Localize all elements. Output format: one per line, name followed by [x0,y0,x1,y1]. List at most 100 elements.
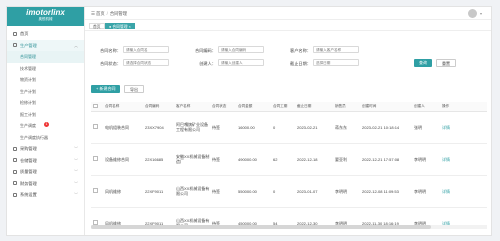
tab-contract[interactable]: ● 合同管理 × [105,22,135,29]
table-cell: 待签 [210,111,236,144]
contract-code-label: 合同编码： [195,48,216,53]
table-header-row: 合同名称 合同编码 客户名称 合同状态 合同金额 合同工期 截止日期 销售员 创… [91,102,487,112]
caret-down-icon[interactable]: ▾ [480,7,482,20]
sidebar-item-label: 合同管理 [20,54,36,59]
sidebar-item-label: 财务管理 [20,180,37,186]
column-header[interactable]: 销售员 [333,102,360,112]
row-checkbox[interactable] [91,111,103,144]
contract-table: 合同名称 合同编码 客户名称 合同状态 合同金额 合同工期 截止日期 销售员 创… [91,102,487,235]
detail-link[interactable]: 详情 [440,207,487,235]
row-checkbox[interactable] [91,175,103,208]
sidebar-item-home[interactable]: 首页 [7,28,84,40]
sidebar-group-finance[interactable]: 财务管理 ﹀ [7,178,84,190]
tab-home[interactable]: 首页 [89,22,105,29]
header-checkbox[interactable] [91,102,103,112]
chevron-down-icon: ﹀ [74,169,78,174]
sidebar-item-label: 仓储管理 [20,157,37,163]
sidebar-item-report-plan[interactable]: 报工计划 [7,109,84,121]
filter-form: 合同名称： 合同编码： 客户名称： 合同状态： 创建人： 截止日期： 查询 重置 [85,31,491,81]
column-header[interactable]: 客户名称 [174,102,210,112]
column-header[interactable]: 合同金额 [236,102,271,112]
table-row: 风机维修 22XF9011 山西XX机械设备有限公司 待签 550000.00 … [91,175,487,208]
sidebar-group-settings[interactable]: 系统设置 ﹀ [7,189,84,201]
settings-icon [13,192,17,197]
detail-link[interactable]: 详情 [440,175,487,208]
detail-link[interactable]: 详情 [440,111,487,144]
sidebar-item-label: 生产调度执行器 [20,134,48,140]
table-cell: 待签 [210,207,236,235]
table-cell: 李明明 [412,143,440,176]
sidebar-item-label: 生产计划 [20,88,36,94]
table-cell: 0 [271,111,295,144]
table-cell: 待签 [210,143,236,176]
add-contract-button[interactable]: + 新建合同 [91,85,121,93]
column-header[interactable]: 创建时间 [360,102,412,112]
quality-icon [13,169,17,174]
sidebar-group-quality[interactable]: 质量管理 ﹀ [7,166,84,178]
column-header[interactable]: 截止日期 [295,102,333,112]
table-cell: 450000.00 [236,207,271,235]
reset-button[interactable]: 重置 [436,59,456,67]
brand-name: imotorlinx [26,8,65,17]
export-button[interactable]: 导出 [124,85,144,93]
contract-status-label: 合同状态： [100,61,121,66]
cart-icon [13,146,17,151]
table-cell: 2022-12-18 [295,143,333,176]
column-header[interactable]: 创建人 [412,102,440,112]
column-header[interactable]: 合同工期 [271,102,295,112]
table-row: 电机组装合同 23XX7904 阿巴嘎旗矿业设备工程有限公司 待签 16000.… [91,111,487,144]
table-cell: 2023-01-07 [295,175,333,208]
table-cell: 山西XX机械设备有限公司 [174,175,210,208]
sidebar-group-purchase[interactable]: 采购管理 ﹀ [7,143,84,155]
sidebar-item-production-plan[interactable]: 生产计划 [7,86,84,98]
sidebar-item-repair-plan[interactable]: 检修计划 [7,97,84,109]
avatar[interactable] [468,9,477,18]
sidebar-item-material-plan[interactable]: 物资计划 [7,74,84,86]
contract-name-input[interactable] [123,46,169,53]
detail-link[interactable]: 详情 [440,143,487,176]
notification-badge: 1 [44,122,49,127]
column-header[interactable]: 合同编码 [143,102,174,112]
table-cell: 李明明 [333,175,360,208]
sidebar-group-production[interactable]: 生产管理 ︿ [7,39,84,51]
sidebar-item-contract[interactable]: 合同管理 [7,51,84,63]
table-cell: 2022-12-21 17:57:08 [360,143,412,176]
sidebar-item-label: 物资计划 [20,77,36,82]
sidebar-item-tech[interactable]: 技术管理 [7,63,84,75]
table-cell: 风机维修 [103,175,143,208]
table-cell: 要亚利 [333,143,360,176]
search-button[interactable]: 查询 [414,59,432,67]
customer-name-input[interactable] [313,46,359,53]
chevron-up-icon: ︿ [74,42,78,48]
scrollbar-thumb[interactable] [91,225,431,229]
sidebar-item-label: 系统设置 [20,192,37,197]
sidebar-item-dispatch-executor[interactable]: 生产调度执行器 [7,132,84,144]
contract-status-select[interactable] [123,59,169,66]
sidebar-item-label: 首页 [20,31,29,36]
breadcrumb-home[interactable]: 首页 [96,11,105,16]
creator-input[interactable] [218,59,264,66]
deadline-label: 截止日期： [290,61,311,66]
table-cell: 2022-12-08 11:09:53 [360,175,412,208]
table-cell: 490000.00 [236,143,271,176]
sidebar-item-label: 技术管理 [20,65,36,71]
column-header[interactable]: 合同状态 [210,102,236,112]
table-cell: 蒋东东 [333,111,360,144]
customer-name-label: 客户名称： [290,48,311,53]
column-header[interactable]: 合同名称 [103,102,143,112]
table-cell: 阿巴嘎旗矿业设备工程有限公司 [174,111,210,144]
row-checkbox[interactable] [91,207,103,235]
table-cell: 23XX7904 [143,111,174,144]
finance-icon [13,181,17,185]
table-cell: 山西XX机械设备有限公司 [174,207,210,235]
table-cell: 22XF9011 [143,175,174,208]
sidebar-item-dispatch[interactable]: 生产调度 1 [7,120,84,132]
column-header[interactable]: 操作 [440,102,487,112]
sidebar-group-warehouse[interactable]: 仓储管理 ﹀ [7,155,84,167]
table-cell: 16000.00 [236,111,271,144]
row-checkbox[interactable] [91,143,103,176]
breadcrumb-current: 合同管理 [109,11,128,16]
contract-code-input[interactable] [218,46,264,53]
deadline-datepicker[interactable] [313,59,359,66]
horizontal-scrollbar[interactable] [91,225,487,229]
